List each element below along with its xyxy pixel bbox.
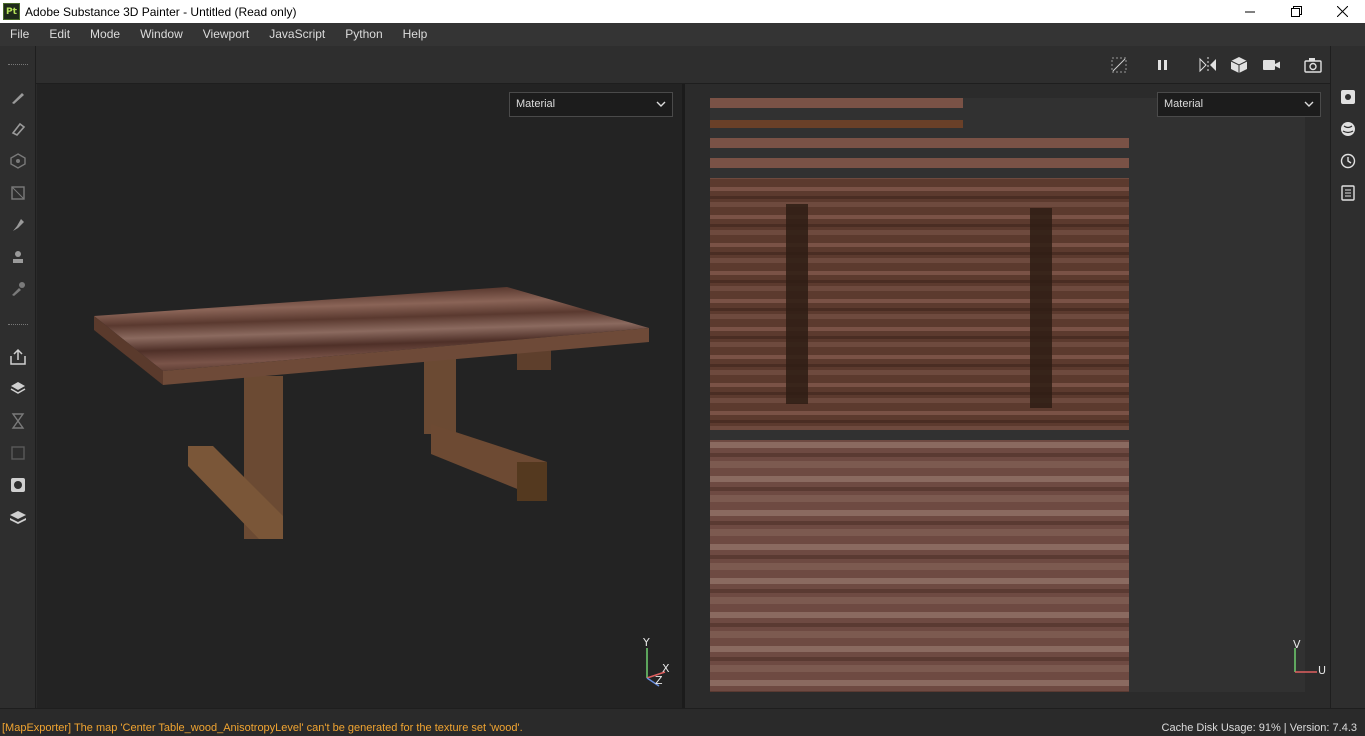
camera-icon[interactable]: [1262, 56, 1280, 74]
axis-x-label: X: [662, 662, 670, 675]
shelf-grip[interactable]: [8, 64, 28, 66]
menu-viewport[interactable]: Viewport: [193, 23, 259, 46]
right-dock-shelf: [1330, 46, 1365, 708]
tool-shelf: [0, 46, 36, 708]
table-model: [94, 287, 649, 539]
dropdown-value: Material: [1164, 98, 1204, 110]
iray-render-icon[interactable]: [9, 476, 27, 494]
window-controls: [1227, 0, 1365, 23]
menu-mode[interactable]: Mode: [80, 23, 130, 46]
menu-edit[interactable]: Edit: [39, 23, 80, 46]
color-picker-icon[interactable]: [9, 280, 27, 298]
close-icon: [1336, 6, 1348, 17]
menu-file[interactable]: File: [0, 23, 39, 46]
uv-canvas: [710, 98, 1305, 692]
menu-help[interactable]: Help: [393, 23, 438, 46]
restore-button[interactable]: [1273, 0, 1319, 23]
screenshot-icon[interactable]: [1304, 56, 1322, 74]
resize-icon[interactable]: [9, 444, 27, 462]
menu-python[interactable]: Python: [335, 23, 392, 46]
axis-y-label: Y: [643, 636, 650, 649]
environment-icon[interactable]: [1339, 120, 1357, 138]
paint-brush-icon[interactable]: [9, 88, 27, 106]
projection-icon[interactable]: [9, 152, 27, 170]
pause-icon[interactable]: [1154, 56, 1172, 74]
menu-window[interactable]: Window: [130, 23, 193, 46]
window-title: Adobe Substance 3D Painter - Untitled (R…: [25, 4, 297, 19]
log-icon[interactable]: [1339, 184, 1357, 202]
status-warning-message[interactable]: [MapExporter] The map 'Center Table_wood…: [2, 722, 523, 734]
minimize-icon: [1245, 11, 1255, 12]
display-mode-icon[interactable]: [1230, 56, 1248, 74]
minimize-button[interactable]: [1227, 0, 1273, 23]
hide-icon[interactable]: [1110, 56, 1128, 74]
viewport-3d[interactable]: Material Y X Z: [37, 84, 682, 708]
app-logo: Pt: [3, 3, 20, 20]
menu-bar: File Edit Mode Window Viewport JavaScrip…: [0, 23, 1365, 46]
viewport-2d-mode-dropdown[interactable]: Material: [1157, 92, 1321, 117]
close-button[interactable]: [1319, 0, 1365, 23]
geometry-fill-icon[interactable]: [9, 184, 27, 202]
export-icon[interactable]: [9, 348, 27, 366]
restore-icon: [1290, 6, 1302, 17]
shelf-grip[interactable]: [8, 324, 28, 326]
hourglass-icon[interactable]: [9, 412, 27, 430]
axis-v-label: V: [1293, 638, 1301, 651]
viewport-2d[interactable]: Material V U: [685, 84, 1330, 708]
history-icon[interactable]: [1339, 152, 1357, 170]
smudge-icon[interactable]: [9, 216, 27, 234]
clone-stamp-icon[interactable]: [9, 248, 27, 266]
axis-z-label: Z: [655, 674, 663, 687]
axis-u-label: U: [1318, 664, 1327, 677]
title-bar: Pt Adobe Substance 3D Painter - Untitled…: [0, 0, 1365, 23]
viewport-toolbar: [36, 46, 1330, 84]
uv-texture-map: [710, 98, 1129, 692]
chevron-down-icon: [1304, 93, 1314, 125]
bake-icon[interactable]: [9, 380, 27, 398]
texture-set-icon[interactable]: [9, 508, 27, 526]
eraser-icon[interactable]: [9, 120, 27, 138]
symmetry-icon[interactable]: [1198, 56, 1216, 74]
cache-disk-usage: Cache Disk Usage: 91% | Version: 7.4.3: [1161, 722, 1357, 734]
texture-set-settings-icon[interactable]: [1339, 88, 1357, 106]
status-bar: [MapExporter] The map 'Center Table_wood…: [0, 708, 1365, 736]
menu-javascript[interactable]: JavaScript: [259, 23, 335, 46]
